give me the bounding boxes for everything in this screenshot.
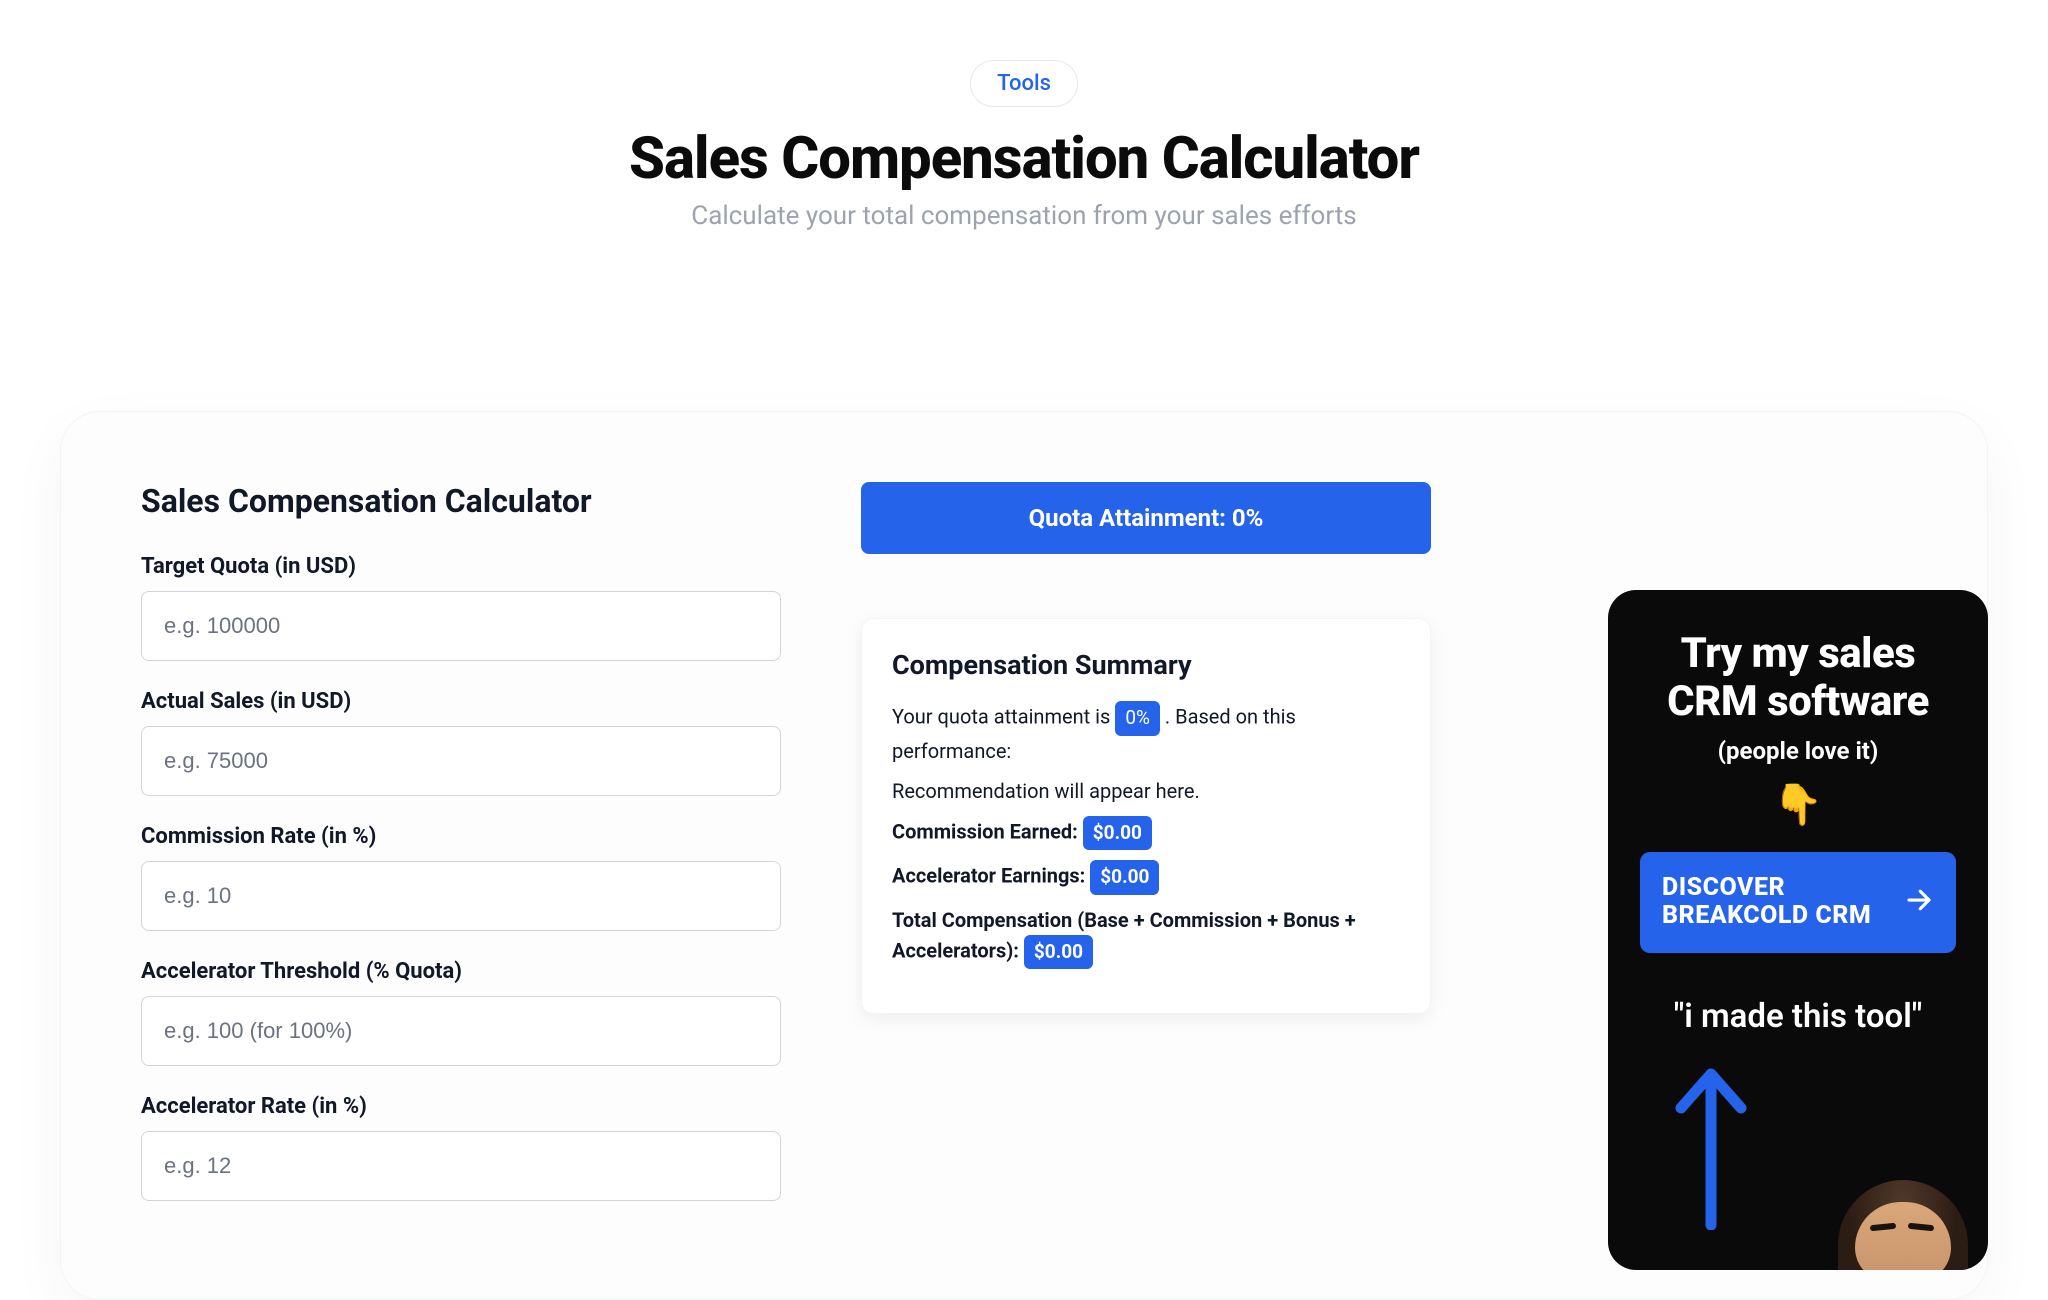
category-tag[interactable]: Tools xyxy=(970,60,1078,107)
commission-rate-label: Commission Rate (in %) xyxy=(141,824,781,849)
accelerator-threshold-label: Accelerator Threshold (% Quota) xyxy=(141,959,781,984)
accelerator-earnings-label: Accelerator Earnings: xyxy=(892,864,1090,888)
promo-title-line1: Try my sales xyxy=(1681,629,1916,678)
page-subtitle: Calculate your total compensation from y… xyxy=(0,201,2048,231)
promo-quote: "i made this tool" xyxy=(1636,997,1960,1036)
pointing-down-icon: 👇 xyxy=(1636,781,1960,828)
commission-earned-row: Commission Earned: $0.00 xyxy=(892,816,1400,851)
attainment-value-chip: 0% xyxy=(1115,701,1160,736)
form-title: Sales Compensation Calculator xyxy=(141,482,781,520)
cta-line1: DISCOVER xyxy=(1662,873,1785,902)
cta-line2: BREAKCOLD CRM xyxy=(1662,901,1871,930)
recommendation-text: Recommendation will appear here. xyxy=(892,776,1400,806)
commission-earned-value: $0.00 xyxy=(1083,816,1152,851)
summary-title: Compensation Summary xyxy=(892,649,1400,681)
target-quota-input[interactable] xyxy=(141,591,781,661)
arrow-right-icon xyxy=(1904,885,1934,919)
actual-sales-label: Actual Sales (in USD) xyxy=(141,689,781,714)
target-quota-label: Target Quota (in USD) xyxy=(141,554,781,579)
attainment-pre-text: Your quota attainment is xyxy=(892,705,1115,729)
accelerator-rate-input[interactable] xyxy=(141,1131,781,1201)
page-title: Sales Compensation Calculator xyxy=(0,125,2048,193)
actual-sales-input[interactable] xyxy=(141,726,781,796)
accelerator-rate-label: Accelerator Rate (in %) xyxy=(141,1094,781,1119)
promo-title-line2: CRM software xyxy=(1667,677,1929,726)
attainment-sentence: Your quota attainment is 0% . Based on t… xyxy=(892,701,1400,766)
compensation-summary-card: Compensation Summary Your quota attainme… xyxy=(861,618,1431,1014)
promo-title: Try my sales CRM software xyxy=(1636,630,1960,727)
accelerator-earnings-row: Accelerator Earnings: $0.00 xyxy=(892,860,1400,895)
commission-earned-label: Commission Earned: xyxy=(892,819,1083,843)
accelerator-threshold-input[interactable] xyxy=(141,996,781,1066)
promo-subtitle: (people love it) xyxy=(1636,737,1960,765)
discover-crm-button[interactable]: DISCOVER BREAKCOLD CRM xyxy=(1640,852,1956,954)
commission-rate-input[interactable] xyxy=(141,861,781,931)
author-avatar xyxy=(1818,1150,1968,1270)
promo-sidebar-card: Try my sales CRM software (people love i… xyxy=(1608,590,1988,1270)
total-compensation-row: Total Compensation (Base + Commission + … xyxy=(892,905,1400,970)
total-compensation-label: Total Compensation (Base + Commission + … xyxy=(892,908,1356,963)
total-compensation-value: $0.00 xyxy=(1024,935,1093,970)
quota-attainment-bar: Quota Attainment: 0% xyxy=(861,482,1431,554)
accelerator-earnings-value: $0.00 xyxy=(1090,860,1159,895)
